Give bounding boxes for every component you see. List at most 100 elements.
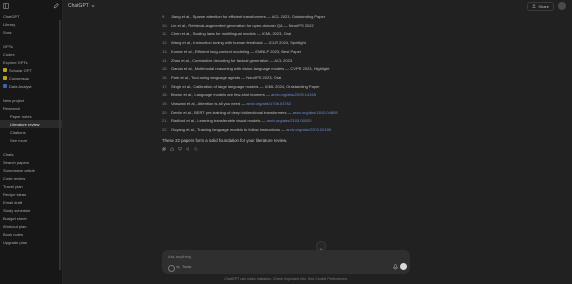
list-number: 13. (162, 48, 168, 54)
citation-link[interactable]: arxiv.org/abs/1706.03762 (246, 101, 291, 106)
disclaimer: ChatGPT can make mistakes. Check importa… (224, 277, 348, 281)
sidebar-item[interactable]: ChatGPT (0, 12, 62, 20)
sidebar-item[interactable]: GPTs (0, 42, 62, 50)
reference-list: 9. Jiang et al., Sparse attention for eff… (162, 14, 414, 132)
sidebar-item-label: Citations (10, 129, 26, 135)
message-composer[interactable]: Ask anything Tools (162, 250, 410, 274)
citation-link[interactable]: arxiv.org/abs/2005.14165 (271, 92, 316, 97)
attach-button[interactable] (168, 265, 175, 272)
sidebar-item[interactable]: Recipe ideas (0, 190, 62, 198)
list-item: 20. Devlin et al., BERT pre-training of d… (162, 110, 414, 115)
list-number: 9. (162, 14, 166, 19)
composer-placeholder[interactable]: Ask anything (168, 254, 191, 259)
sidebar-item[interactable]: New project (0, 96, 62, 104)
sidebar-item[interactable]: Email draft (0, 198, 62, 206)
sidebar-item[interactable]: Consensus (0, 74, 62, 82)
sidebar-item[interactable]: Budget sheet (0, 214, 62, 222)
copy-icon[interactable] (162, 147, 166, 152)
citation-link[interactable]: arxiv.org/abs/1810.04805 (293, 110, 338, 115)
sidebar-item[interactable]: Codex (0, 50, 62, 58)
list-item: 21. Radford et al., Learning transferable… (162, 118, 414, 123)
speaker-icon[interactable] (186, 147, 190, 152)
list-item: 15. Garcia et al., Multimodal reasoning w… (162, 66, 414, 71)
chevron-down-icon (91, 5, 95, 8)
list-text: Lin et al., Retrieval-augmented generati… (171, 22, 314, 28)
share-button[interactable]: Share (527, 1, 554, 11)
list-item: 12. Wang et al., Instruction tuning with … (162, 40, 414, 45)
list-number: 11. (162, 31, 168, 37)
list-text: Jiang et al., Sparse attention for effic… (171, 14, 326, 19)
sidebar-item[interactable]: Research (0, 104, 62, 112)
tools-button[interactable]: Tools (176, 264, 191, 269)
thumbs-down-icon[interactable] (178, 147, 182, 152)
citation-link[interactable]: arxiv.org/abs/2203.02155 (286, 127, 331, 132)
sidebar-item[interactable]: Literature review (0, 120, 62, 128)
list-item: 17. Singh et al., Calibration of large la… (162, 84, 414, 89)
list-text: Vaswani et al., Attention is all you nee… (171, 101, 246, 107)
list-item: 9. Jiang et al., Sparse attention for eff… (162, 14, 414, 19)
voice-mode-button[interactable] (400, 263, 407, 270)
list-text-wrap: Brown et al., Language models are few-sh… (171, 92, 316, 97)
message-actions (162, 147, 414, 152)
gpt-icon (3, 68, 7, 72)
list-number: 16. (162, 74, 168, 80)
sidebar-item[interactable]: Scholar GPT (0, 66, 62, 74)
sidebar-header (0, 0, 62, 12)
sidebar-item[interactable]: Search papers (0, 158, 62, 166)
list-item: 11. Chen et al., Scaling laws for multili… (162, 31, 414, 36)
sidebar-item[interactable]: Summarize article (0, 166, 62, 174)
sidebar-item-label: Budget sheet (3, 215, 27, 221)
sidebar-item[interactable]: Explore GPTs (0, 58, 62, 66)
sidebar-item-label: ChatGPT (3, 13, 20, 19)
sidebar-item-label: Recipe ideas (3, 191, 27, 197)
list-text-wrap: Singh et al., Calibration of large langu… (171, 84, 320, 89)
list-text: Brown et al., Language models are few-sh… (171, 92, 270, 98)
citation-link[interactable]: arxiv.org/abs/2103.00020 (267, 118, 312, 123)
sidebar-item[interactable]: Sora (0, 28, 62, 36)
sidebar-item-label: Codex (3, 51, 15, 57)
sidebar-item[interactable]: Data Analyst (0, 82, 62, 90)
sidebar-item-label: GPTs (3, 43, 13, 49)
list-number: 22. (162, 127, 168, 133)
list-item: 19. Vaswani et al., Attention is all you … (162, 101, 414, 106)
list-item: 22. Ouyang et al., Training language mode… (162, 127, 414, 132)
list-text: Radford et al., Learning transferable vi… (171, 118, 266, 124)
assistant-message: 9. Jiang et al., Sparse attention for eff… (162, 14, 414, 152)
list-text: Garcia et al., Multimodal reasoning with… (171, 66, 330, 72)
list-number: 14. (162, 57, 168, 63)
list-text-wrap: Kumar et al., Efficient long-context mod… (171, 49, 301, 54)
sidebar-item[interactable]: Workout plan (0, 222, 62, 230)
sidebar-item[interactable]: Study schedule (0, 206, 62, 214)
list-text: Chen et al., Scaling laws for multilingu… (171, 31, 292, 37)
sidebar-item[interactable]: Upgrade plan (0, 238, 62, 246)
list-number: 21. (162, 118, 168, 124)
thumbs-up-icon[interactable] (170, 147, 174, 152)
sidebar-toggle-icon[interactable] (3, 3, 9, 9)
regenerate-icon[interactable] (194, 147, 198, 151)
list-text: Park et al., Tool-using language agents … (171, 74, 282, 80)
sidebar-item[interactable]: Code review (0, 174, 62, 182)
list-item: 16. Park et al., Tool-using language agen… (162, 75, 414, 80)
sidebar-item[interactable]: Citations (0, 128, 62, 136)
sidebar-item[interactable]: Book notes (0, 230, 62, 238)
sidebar-item-label: Summarize article (3, 167, 36, 173)
microphone-icon[interactable] (393, 264, 398, 270)
sidebar-item-label: Code review (3, 175, 26, 181)
list-text-wrap: Vaswani et al., Attention is all you nee… (171, 101, 291, 106)
list-text-wrap: Zhao et al., Contrastive decoding for fa… (171, 58, 292, 63)
sidebar-item-label: Library (3, 21, 16, 27)
avatar[interactable] (558, 2, 566, 10)
sidebar-scrollbar[interactable] (59, 20, 61, 270)
new-chat-icon[interactable] (53, 3, 59, 9)
sidebar-item[interactable]: Paper notes (0, 112, 62, 120)
sidebar-item[interactable]: See more (0, 136, 62, 144)
sidebar-item[interactable]: Chats (0, 150, 62, 158)
share-label: Share (538, 3, 549, 9)
list-text: Zhao et al., Contrastive decoding for fa… (171, 57, 293, 63)
sidebar-item[interactable]: Travel plan (0, 182, 62, 190)
sidebar-item[interactable]: Library (0, 20, 62, 28)
sidebar-item-label: Research (3, 105, 21, 111)
model-selector[interactable]: ChatGPT (68, 3, 95, 9)
list-number: 20. (162, 109, 168, 115)
sliders-icon (176, 265, 180, 268)
